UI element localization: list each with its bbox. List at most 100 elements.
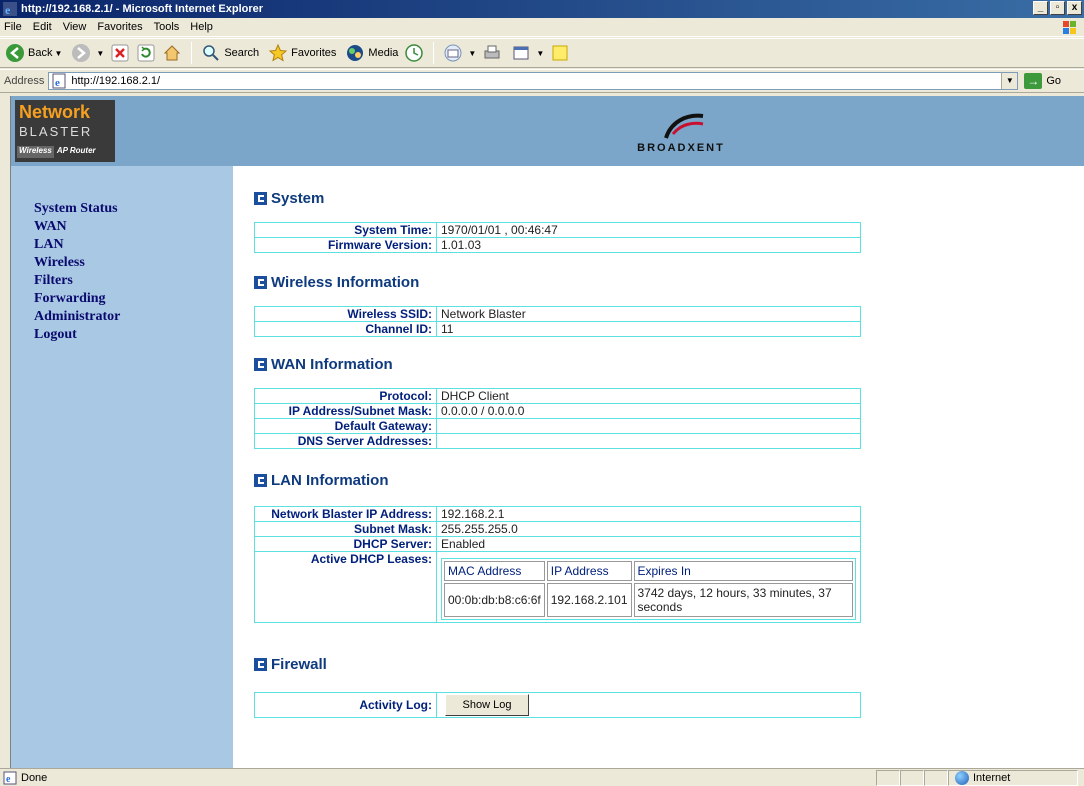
- stop-icon[interactable]: [110, 43, 130, 63]
- forward-dropdown-icon[interactable]: ▼: [96, 49, 104, 58]
- section-wireless-title: Wireless Information: [254, 274, 419, 291]
- gateway-label: Default Gateway:: [254, 418, 437, 434]
- table-row: Firmware Version: 1.01.03: [254, 237, 861, 253]
- wan-ip-value: 0.0.0.0 / 0.0.0.0: [436, 403, 861, 419]
- status-cell: [876, 769, 900, 786]
- broadxent-text: BROADXENT: [637, 142, 725, 154]
- section-bullet-icon: [254, 276, 267, 289]
- back-dropdown-icon[interactable]: ▼: [54, 49, 62, 58]
- edit-dropdown-icon[interactable]: ▼: [536, 49, 544, 58]
- favorites-button[interactable]: Favorites: [265, 41, 339, 65]
- nav-wireless[interactable]: Wireless: [34, 254, 233, 272]
- zone-text: Internet: [973, 771, 1011, 784]
- logo-ap-text: AP Router: [56, 146, 96, 155]
- window-title-bar: e http://192.168.2.1/ - Microsoft Intern…: [0, 0, 1084, 18]
- search-button[interactable]: Search: [198, 41, 262, 65]
- table-row: Subnet Mask: 255.255.255.0: [254, 521, 861, 537]
- menu-favorites[interactable]: Favorites: [97, 21, 142, 33]
- toolbar: Back ▼ ▼ Search Favorites Media ▼ ▼: [0, 38, 1084, 68]
- back-button[interactable]: Back ▼: [2, 41, 65, 65]
- status-zone: Internet: [948, 769, 1078, 786]
- edit-page-icon: [513, 46, 529, 60]
- edit-button[interactable]: ▼: [508, 41, 547, 65]
- show-log-button[interactable]: Show Log: [445, 694, 529, 716]
- table-row: Protocol: DHCP Client: [254, 388, 861, 404]
- minimize-button[interactable]: _: [1033, 1, 1048, 15]
- nav-lan[interactable]: LAN: [34, 236, 233, 254]
- dns-value: [436, 433, 861, 449]
- left-nav: System Status WAN LAN Wireless Filters F…: [11, 166, 233, 768]
- forward-button[interactable]: ▼: [68, 41, 107, 65]
- nav-system-status[interactable]: System Status: [34, 200, 233, 218]
- nav-administrator[interactable]: Administrator: [34, 308, 233, 326]
- notes-icon[interactable]: [550, 43, 570, 63]
- menu-file[interactable]: File: [4, 21, 22, 33]
- wireless-title: Wireless Information: [271, 274, 420, 291]
- table-header-row: MAC Address IP Address Expires In: [444, 561, 853, 581]
- system-time-label: System Time:: [254, 222, 437, 238]
- mail-dropdown-icon[interactable]: ▼: [468, 49, 476, 58]
- table-row: IP Address/Subnet Mask: 0.0.0.0 / 0.0.0.0: [254, 403, 861, 419]
- dhcp-server-value: Enabled: [436, 536, 861, 552]
- address-url: http://192.168.2.1/: [71, 75, 161, 87]
- nav-filters[interactable]: Filters: [34, 272, 233, 290]
- nav-wan[interactable]: WAN: [34, 218, 233, 236]
- mail-button[interactable]: ▼: [440, 41, 479, 65]
- section-bullet-icon: [254, 658, 267, 671]
- col-ip-header: IP Address: [546, 561, 632, 581]
- svg-text:e: e: [55, 77, 60, 89]
- media-button[interactable]: Media: [342, 41, 401, 65]
- maximize-button[interactable]: ▫: [1050, 1, 1065, 15]
- star-icon: [268, 43, 288, 62]
- svg-text:e: e: [6, 774, 11, 785]
- logo-subtitle: Wireless AP Router: [17, 146, 111, 158]
- refresh-icon[interactable]: [136, 43, 156, 63]
- favorites-label: Favorites: [291, 47, 337, 59]
- nav-logout[interactable]: Logout: [34, 326, 233, 344]
- toolbar-separator: [191, 42, 193, 64]
- dhcp-leases-cell: MAC Address IP Address Expires In 00:0b:…: [436, 551, 861, 623]
- firewall-table: Activity Log: Show Log: [254, 692, 861, 718]
- window-title: http://192.168.2.1/ - Microsoft Internet…: [21, 3, 264, 15]
- table-row: System Time: 1970/01/01 , 00:46:47: [254, 222, 861, 238]
- back-arrow-icon: [6, 44, 24, 62]
- section-bullet-icon: [254, 192, 267, 205]
- address-input[interactable]: e http://192.168.2.1/ ▼: [48, 72, 1019, 90]
- lan-table: Network Blaster IP Address: 192.168.2.1 S…: [254, 506, 861, 623]
- system-title: System: [271, 190, 325, 207]
- channel-label: Channel ID:: [254, 321, 437, 337]
- col-mac-header: MAC Address: [444, 561, 545, 581]
- lan-ip-value: 192.168.2.1: [436, 506, 861, 522]
- table-row: Channel ID: 11: [254, 321, 861, 337]
- nav-forwarding[interactable]: Forwarding: [34, 290, 233, 308]
- main-panel: System System Time: 1970/01/01 , 00:46:47…: [233, 166, 1084, 768]
- table-row: Network Blaster IP Address: 192.168.2.1: [254, 506, 861, 522]
- search-icon: [203, 45, 220, 61]
- section-system-title: System: [254, 190, 324, 207]
- menu-bar: File Edit View Favorites Tools Help: [0, 18, 1084, 37]
- menu-tools[interactable]: Tools: [154, 21, 180, 33]
- go-arrow-icon: →: [1024, 73, 1043, 89]
- history-icon[interactable]: [404, 43, 424, 63]
- menu-edit[interactable]: Edit: [33, 21, 52, 33]
- firewall-title: Firewall: [271, 656, 327, 673]
- subnet-label: Subnet Mask:: [254, 521, 437, 537]
- address-dropdown-icon[interactable]: ▼: [1001, 73, 1018, 89]
- print-icon[interactable]: [482, 43, 502, 63]
- status-bar: e Done Internet: [0, 768, 1084, 786]
- menu-view[interactable]: View: [63, 21, 87, 33]
- activity-log-cell: Show Log: [436, 692, 861, 718]
- menu-help[interactable]: Help: [190, 21, 213, 33]
- go-button[interactable]: → Go: [1024, 73, 1061, 89]
- home-icon[interactable]: [162, 43, 182, 63]
- globe-icon: [955, 770, 969, 785]
- section-lan-title: LAN Information: [254, 472, 389, 489]
- close-button[interactable]: x: [1067, 1, 1082, 15]
- gateway-value: [436, 418, 861, 434]
- protocol-value: DHCP Client: [436, 388, 861, 404]
- window-controls: _ ▫ x: [1033, 1, 1082, 15]
- address-bar: Address e http://192.168.2.1/ ▼ → Go: [0, 69, 1084, 93]
- status-done: e Done: [0, 771, 876, 785]
- svg-text:e: e: [5, 3, 11, 16]
- media-label: Media: [368, 47, 399, 59]
